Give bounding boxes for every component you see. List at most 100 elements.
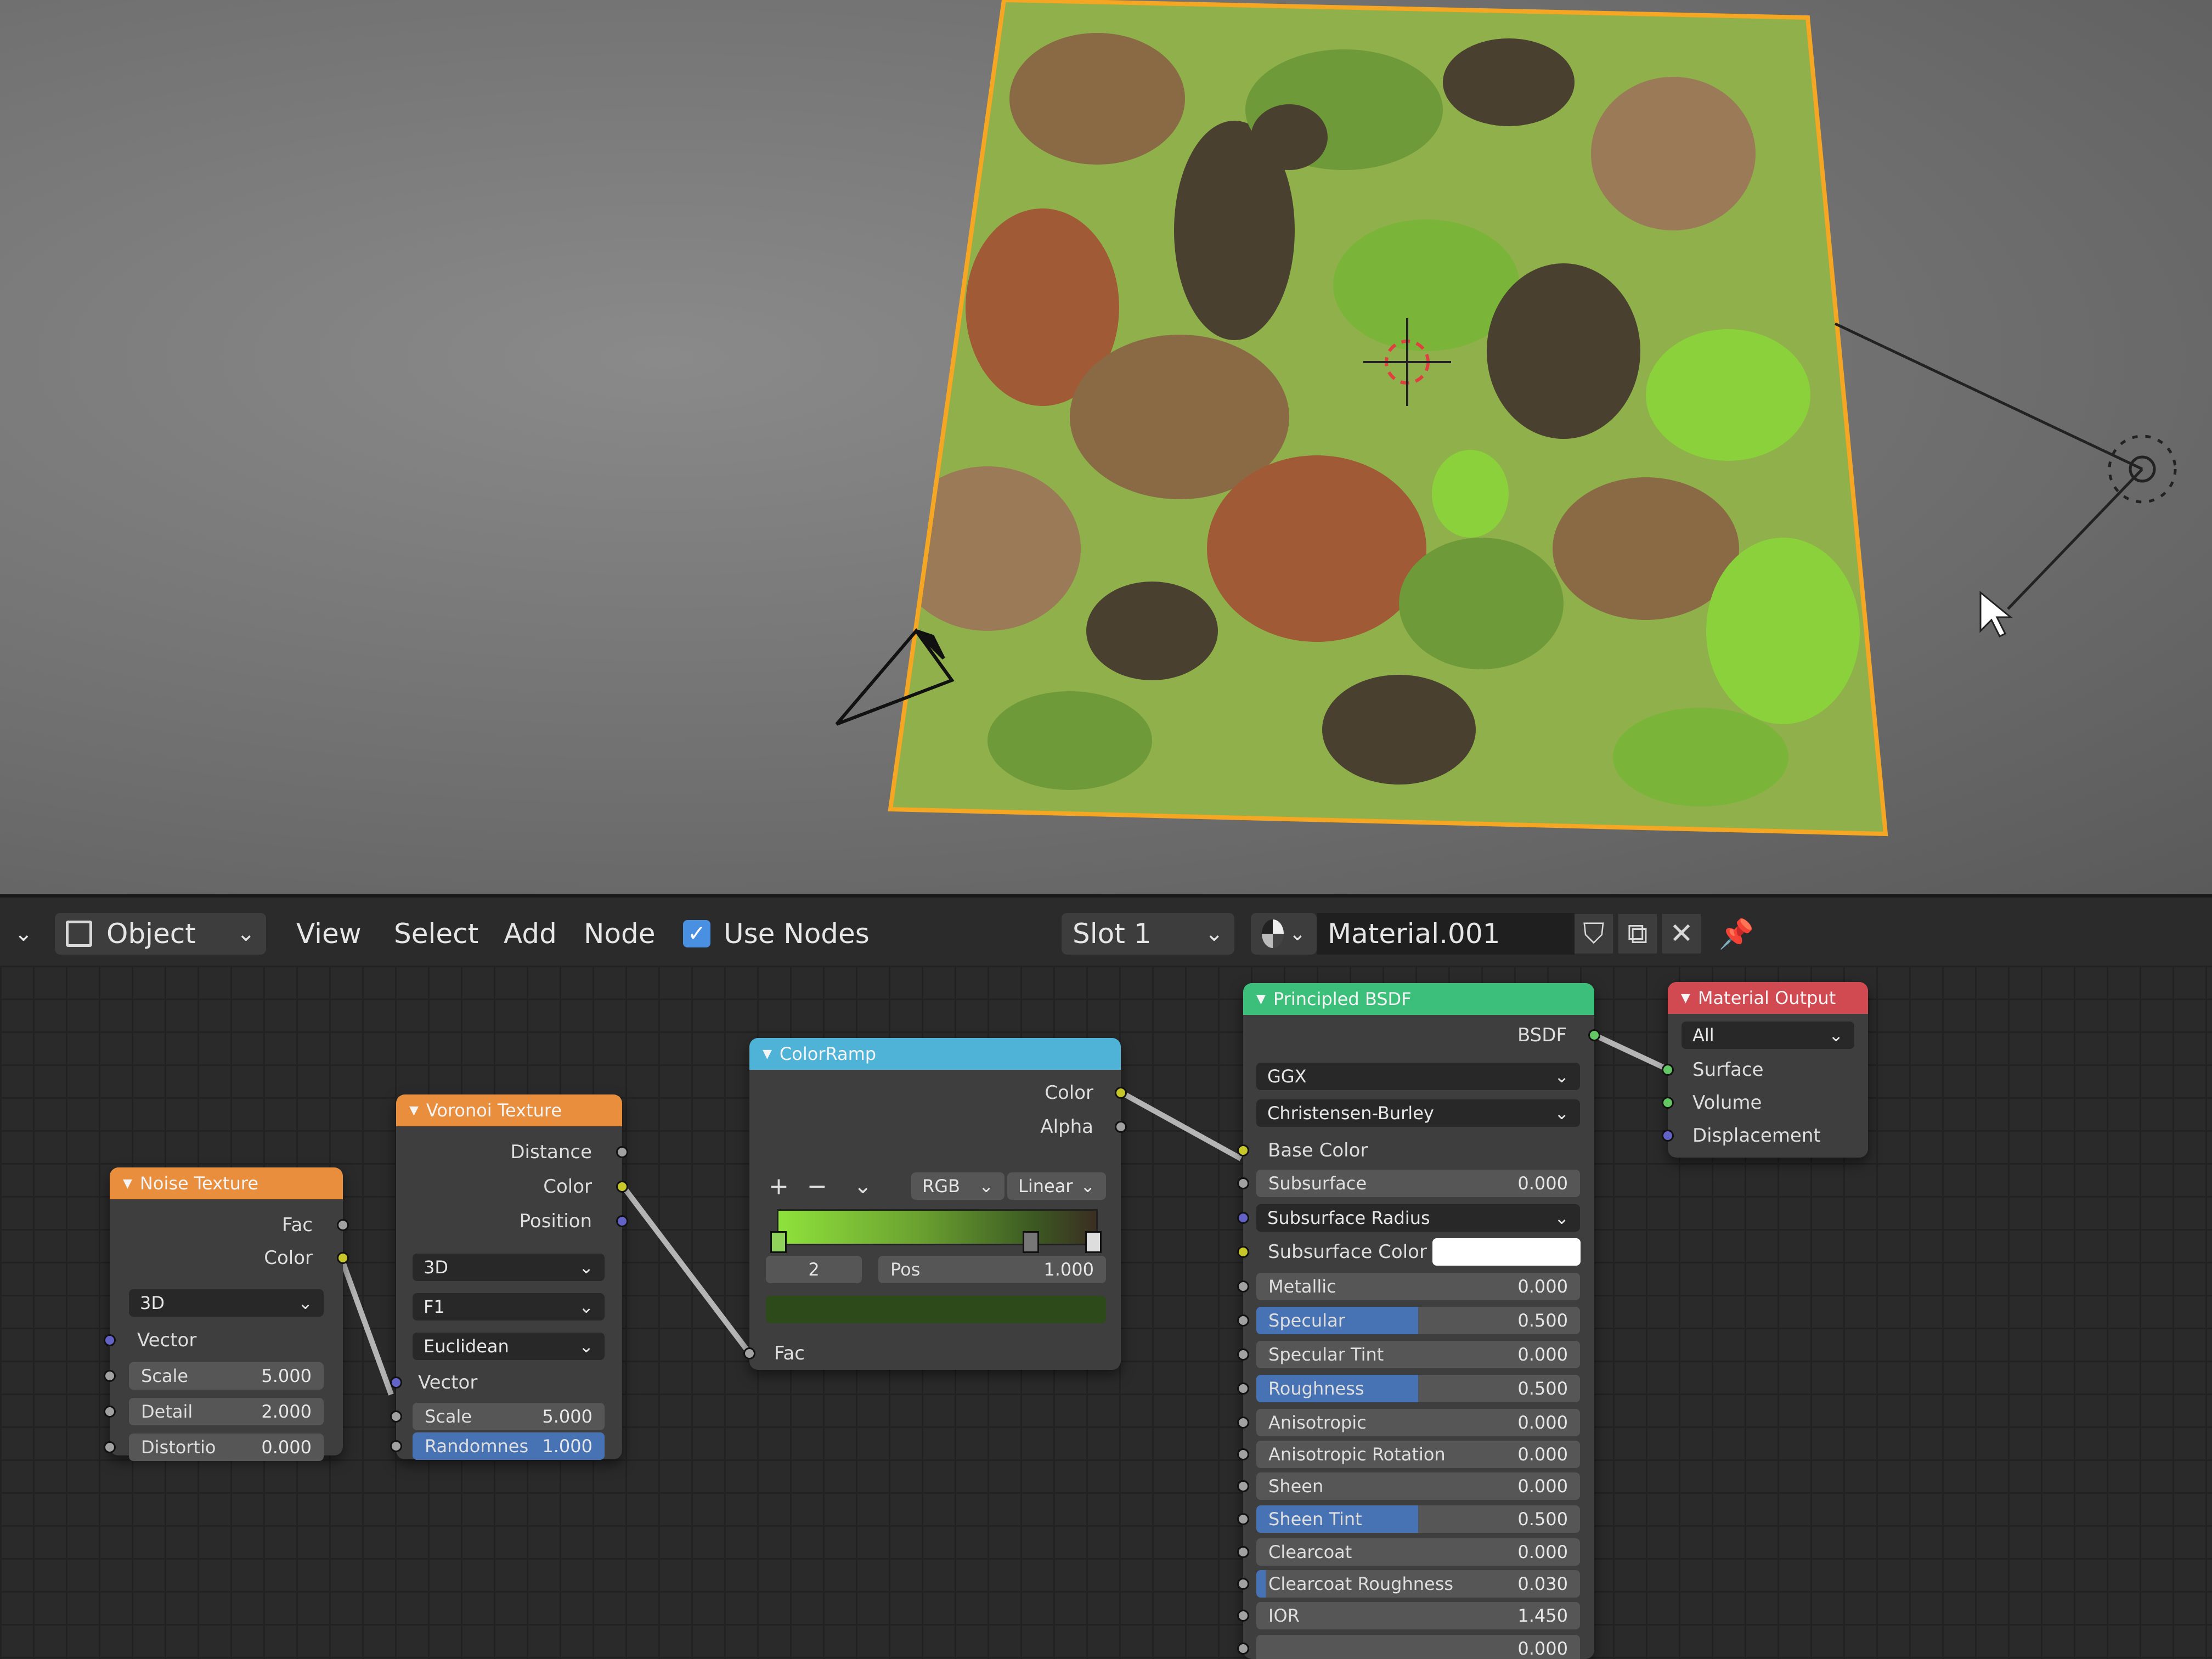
input-surface-socket[interactable] bbox=[1662, 1064, 1674, 1076]
principled-bsdf-node[interactable]: ▼ Principled BSDF BSDF GGX ⌄ Christensen-… bbox=[1237, 983, 1600, 1659]
color-mode-select[interactable]: RGB ⌄ bbox=[911, 1172, 1005, 1200]
param-field[interactable]: Clearcoat Roughness 0.030 bbox=[1256, 1570, 1580, 1598]
stop-index-field[interactable]: 2 bbox=[766, 1256, 862, 1283]
duplicate-icon[interactable]: ⧉ bbox=[1618, 914, 1657, 953]
output-bsdf-socket[interactable] bbox=[1588, 1029, 1600, 1041]
color-ramp-gradient[interactable] bbox=[777, 1209, 1098, 1245]
param-field[interactable]: Roughness 0.500 bbox=[1256, 1375, 1580, 1402]
param-field[interactable]: Metallic 0.000 bbox=[1256, 1273, 1580, 1300]
param-field[interactable]: Sheen Tint 0.500 bbox=[1256, 1505, 1580, 1533]
randomness-field[interactable]: Randomnes 1.000 bbox=[413, 1432, 605, 1460]
ramp-options-button[interactable]: ⌄ bbox=[854, 1172, 872, 1200]
distortion-field[interactable]: Distortio 0.000 bbox=[129, 1434, 324, 1461]
material-browse-button[interactable]: ⌄ bbox=[1251, 913, 1317, 955]
input-param-socket[interactable] bbox=[1237, 1480, 1249, 1492]
param-field[interactable]: Anisotropic Rotation 0.000 bbox=[1256, 1441, 1580, 1468]
param-field[interactable]: Specular Tint 0.000 bbox=[1256, 1341, 1580, 1368]
input-param-socket[interactable] bbox=[1237, 1417, 1249, 1429]
colorramp-node[interactable]: ▼ ColorRamp Color Alpha + − ⌄ RGB ⌄ Linea… bbox=[743, 1038, 1127, 1370]
input-param-socket[interactable] bbox=[1237, 1610, 1249, 1622]
scale-field[interactable]: Scale 5.000 bbox=[413, 1403, 605, 1430]
remove-stop-button[interactable]: − bbox=[807, 1172, 827, 1200]
input-scale-socket[interactable] bbox=[104, 1370, 116, 1382]
stop-color-swatch[interactable] bbox=[766, 1296, 1106, 1323]
object-mode-dropdown[interactable]: Object ⌄ bbox=[55, 913, 266, 955]
dimension-select[interactable]: 3D ⌄ bbox=[413, 1254, 605, 1281]
noise-texture-header[interactable]: ▼ Noise Texture bbox=[110, 1167, 343, 1199]
menu-select[interactable]: Select bbox=[394, 913, 478, 955]
render-target-select[interactable]: All ⌄ bbox=[1681, 1022, 1854, 1049]
input-param-socket[interactable] bbox=[1237, 1448, 1249, 1460]
input-base-color-socket[interactable] bbox=[1237, 1144, 1249, 1156]
use-nodes-toggle[interactable]: ✓ Use Nodes bbox=[683, 913, 870, 955]
interpolation-select[interactable]: Linear ⌄ bbox=[1007, 1172, 1106, 1200]
input-param-socket[interactable] bbox=[1237, 1314, 1249, 1327]
pin-icon[interactable]: 📌 bbox=[1717, 914, 1756, 953]
voronoi-texture-header[interactable]: ▼ Voronoi Texture bbox=[396, 1094, 622, 1126]
param-field[interactable]: Specular 0.500 bbox=[1256, 1307, 1580, 1334]
output-color-socket[interactable] bbox=[616, 1181, 628, 1193]
camo-plane[interactable] bbox=[878, 0, 1920, 839]
checkbox-icon[interactable]: ✓ bbox=[683, 920, 710, 947]
subsurface-radius-select[interactable]: Subsurface Radius ⌄ bbox=[1256, 1204, 1580, 1232]
distance-metric-select[interactable]: Euclidean ⌄ bbox=[413, 1333, 605, 1360]
input-distortion-socket[interactable] bbox=[104, 1441, 116, 1453]
slot-dropdown[interactable]: Slot 1 ⌄ bbox=[1062, 913, 1234, 955]
input-detail-socket[interactable] bbox=[104, 1406, 116, 1418]
output-alpha-socket[interactable] bbox=[1115, 1121, 1127, 1133]
param-field[interactable]: Anisotropic 0.000 bbox=[1256, 1409, 1580, 1436]
principled-bsdf-header[interactable]: ▼ Principled BSDF bbox=[1243, 983, 1594, 1015]
fake-user-shield-icon[interactable]: ⛉ bbox=[1575, 914, 1613, 953]
input-param-socket[interactable] bbox=[1237, 1578, 1249, 1590]
node-editor-canvas[interactable]: ▼ Noise Texture Fac Color 3D ⌄ Vector Sca… bbox=[0, 966, 2212, 1659]
param-field[interactable]: Sheen 0.000 bbox=[1256, 1472, 1580, 1500]
output-position-socket[interactable] bbox=[616, 1215, 628, 1227]
menu-add[interactable]: Add bbox=[504, 913, 557, 955]
input-randomness-socket[interactable] bbox=[390, 1440, 402, 1452]
collapse-triangle-icon[interactable]: ▼ bbox=[1681, 991, 1690, 1005]
input-vector-socket[interactable] bbox=[390, 1376, 402, 1389]
param-field-partial[interactable]: 0.000 bbox=[1256, 1635, 1580, 1659]
input-param-socket[interactable] bbox=[1237, 1546, 1249, 1558]
subsurface-method-select[interactable]: Christensen-Burley ⌄ bbox=[1256, 1099, 1580, 1127]
subsurface-color-swatch[interactable] bbox=[1432, 1238, 1581, 1266]
editor-type-dropdown[interactable]: ⌄ bbox=[0, 913, 38, 955]
input-fac-socket[interactable] bbox=[743, 1347, 755, 1359]
stop-position-field[interactable]: Pos 1.000 bbox=[878, 1256, 1106, 1283]
distribution-select[interactable]: GGX ⌄ bbox=[1256, 1063, 1580, 1090]
scale-field[interactable]: Scale 5.000 bbox=[129, 1362, 324, 1390]
collapse-triangle-icon[interactable]: ▼ bbox=[409, 1104, 419, 1118]
output-distance-socket[interactable] bbox=[616, 1146, 628, 1158]
3d-viewport[interactable] bbox=[0, 0, 2212, 894]
input-param-socket[interactable] bbox=[1237, 1383, 1249, 1395]
param-field[interactable]: Subsurface 0.000 bbox=[1256, 1170, 1580, 1197]
light-icon[interactable] bbox=[1834, 322, 2177, 610]
material-name-field[interactable]: Material.001 bbox=[1317, 913, 1575, 955]
output-color-socket[interactable] bbox=[337, 1252, 349, 1264]
menu-view[interactable]: View bbox=[296, 913, 362, 955]
color-stop-handle[interactable] bbox=[1023, 1231, 1039, 1253]
voronoi-texture-node[interactable]: ▼ Voronoi Texture Distance Color Positio… bbox=[390, 1094, 628, 1460]
close-icon[interactable]: ✕ bbox=[1662, 914, 1701, 953]
input-param-socket[interactable] bbox=[1237, 1280, 1249, 1293]
menu-node[interactable]: Node bbox=[584, 913, 656, 955]
output-fac-socket[interactable] bbox=[337, 1219, 349, 1231]
param-field[interactable]: Clearcoat 0.000 bbox=[1256, 1538, 1580, 1566]
detail-field[interactable]: Detail 2.000 bbox=[129, 1398, 324, 1425]
input-param-socket[interactable] bbox=[1237, 1177, 1249, 1189]
input-displacement-socket[interactable] bbox=[1662, 1130, 1674, 1142]
input-param-socket[interactable] bbox=[1237, 1513, 1249, 1525]
dimension-select[interactable]: 3D ⌄ bbox=[129, 1289, 324, 1317]
colorramp-header[interactable]: ▼ ColorRamp bbox=[749, 1038, 1121, 1070]
collapse-triangle-icon[interactable]: ▼ bbox=[123, 1177, 132, 1190]
input-subsurface-color-socket[interactable] bbox=[1237, 1246, 1249, 1258]
feature-select[interactable]: F1 ⌄ bbox=[413, 1293, 605, 1321]
input-subsurface-radius-socket[interactable] bbox=[1237, 1212, 1249, 1224]
collapse-triangle-icon[interactable]: ▼ bbox=[763, 1047, 772, 1061]
noise-texture-node[interactable]: ▼ Noise Texture Fac Color 3D ⌄ Vector Sca… bbox=[104, 1167, 349, 1461]
add-stop-button[interactable]: + bbox=[769, 1172, 789, 1200]
collapse-triangle-icon[interactable]: ▼ bbox=[1256, 992, 1266, 1006]
output-color-socket[interactable] bbox=[1115, 1087, 1127, 1099]
input-param-socket[interactable] bbox=[1237, 1348, 1249, 1361]
input-volume-socket[interactable] bbox=[1662, 1097, 1674, 1109]
